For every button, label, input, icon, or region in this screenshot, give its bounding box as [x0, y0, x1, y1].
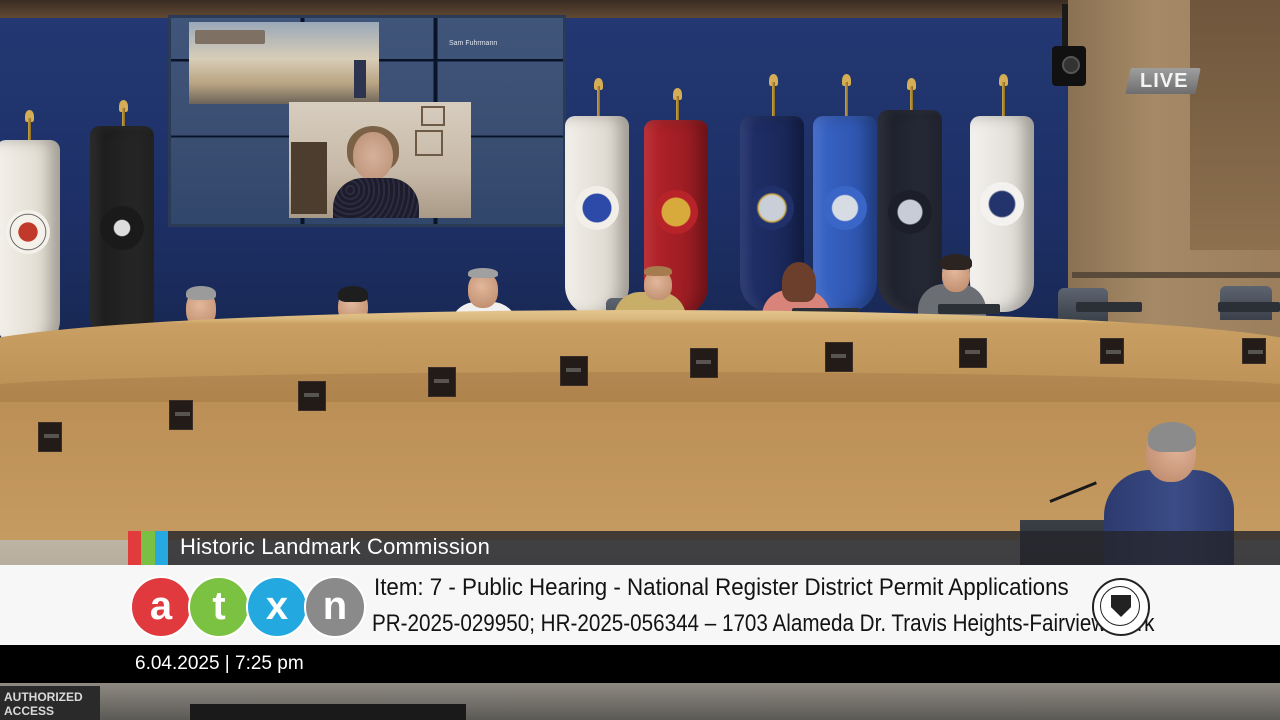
nameplate: [38, 422, 62, 452]
agenda-item-title: Item: 7 - Public Hearing - National Regi…: [374, 574, 1069, 601]
nameplate: [298, 381, 326, 411]
nameplate: [1100, 338, 1124, 364]
title-accent-bars: [128, 531, 168, 565]
nameplate: [959, 338, 987, 368]
nameplate: [825, 342, 853, 372]
video-wall-room-feed: [189, 22, 379, 104]
dais-monitor: [938, 304, 1000, 314]
nameplate: [690, 348, 718, 378]
nameplate: [1242, 338, 1266, 364]
camera-icon: [1052, 4, 1088, 86]
accent-bar-blue: [154, 531, 168, 565]
atxn-logo-letter: x: [246, 576, 308, 638]
dais-shadow: [0, 372, 1280, 402]
floor-rail: [190, 704, 466, 720]
accent-bar-green: [141, 531, 155, 565]
city-of-austin-seal-icon: [1092, 578, 1150, 636]
broadcast-date-time: 6.04.2025 | 7:25 pm: [135, 653, 304, 674]
public-speaker-hair: [1148, 422, 1196, 452]
live-badge: LIVE: [1125, 68, 1202, 94]
nameplate: [560, 356, 588, 386]
commission-title: Historic Landmark Commission: [180, 534, 491, 559]
video-wall-remote-participant: [289, 102, 471, 218]
agenda-case-numbers: PR-2025-029950; HR-2025-056344 – 1703 Al…: [372, 610, 1155, 637]
dais-monitor: [1218, 302, 1280, 312]
accent-bar-red: [128, 531, 142, 565]
dais-monitor: [1076, 302, 1142, 312]
nameplate: [428, 367, 456, 397]
atxn-logo: a t x n: [130, 576, 366, 638]
authorized-access-sign: AUTHORIZED ACCESS: [0, 686, 100, 720]
atxn-logo-letter: n: [304, 576, 366, 638]
chamber-video-frame: LIVE Sam Fuhrmann Historic Landmark Comm…: [0, 0, 1280, 720]
side-rail: [1072, 272, 1280, 278]
video-wall-screen: Sam Fuhrmann: [168, 15, 566, 227]
nameplate: [169, 400, 193, 430]
live-label: LIVE: [1140, 70, 1189, 92]
atxn-logo-letter: a: [130, 576, 192, 638]
video-wall-participant-name: Sam Fuhrmann: [449, 40, 498, 47]
atxn-logo-letter: t: [188, 576, 250, 638]
side-wall-panel: [1190, 0, 1280, 250]
